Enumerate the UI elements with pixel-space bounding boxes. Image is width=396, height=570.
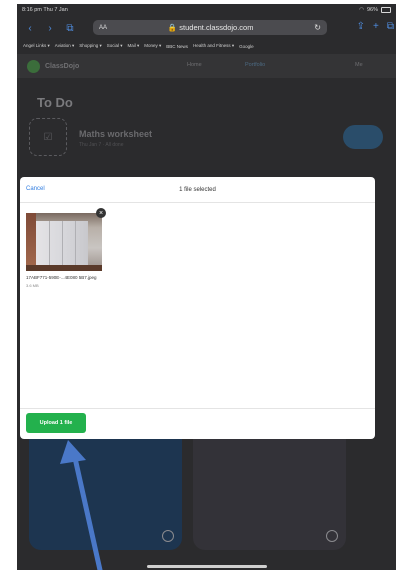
file-size: 3.6 MB: [26, 283, 39, 288]
bookmark-item[interactable]: Google: [239, 44, 254, 49]
brand-name: ClassDojo: [45, 62, 80, 70]
clock-icon: [326, 530, 338, 542]
status-time: 8:16 pm Thu 7 Jan: [22, 7, 68, 13]
file-name: 17ABF771-590E-...4E080 5B7.jpeg: [26, 275, 97, 280]
bookmark-item[interactable]: Money ▾: [144, 43, 161, 49]
dialog-footer: Upload 1 file: [20, 408, 375, 439]
status-bar: 8:16 pm Thu 7 Jan ◠ 96%: [17, 4, 396, 16]
dialog-title: 1 file selected: [179, 186, 216, 193]
selected-file: × 17ABF771-590E-...4E080 5B7.jpeg 3.6 MB: [26, 208, 106, 288]
nav-me[interactable]: Me: [355, 62, 363, 68]
dialog-header: Cancel 1 file selected: [20, 177, 375, 203]
nav-home[interactable]: Home: [187, 62, 202, 68]
bookmarks-bar: Angel Links ▾ Aviation ▾ Shopping ▾ Soci…: [17, 41, 396, 51]
bookmark-item[interactable]: Mail ▾: [128, 43, 140, 49]
cancel-button[interactable]: Cancel: [26, 186, 45, 192]
reload-icon[interactable]: ↻: [314, 23, 321, 32]
task-checkbox-icon: ☑: [29, 118, 67, 156]
book-icon[interactable]: ⧉: [63, 23, 77, 34]
start-button[interactable]: [343, 125, 383, 149]
bookmark-item[interactable]: Social ▾: [107, 43, 123, 49]
classdojo-logo-icon: [27, 59, 40, 73]
upload-dialog: Cancel 1 file selected × 17ABF771-590E-.…: [20, 177, 375, 439]
bookmark-item[interactable]: Aviation ▾: [55, 43, 74, 49]
task-subtitle: Thu Jan 7 · All done: [79, 142, 124, 148]
new-tab-icon[interactable]: +: [373, 21, 379, 32]
task-title: Maths worksheet: [79, 129, 153, 139]
remove-file-icon[interactable]: ×: [96, 208, 106, 218]
home-indicator: [147, 565, 267, 568]
reader-aa-button[interactable]: AA: [99, 25, 107, 31]
share-icon[interactable]: ⇪: [357, 21, 365, 32]
upload-button[interactable]: Upload 1 file: [26, 413, 86, 433]
bookmark-item[interactable]: BBC News: [166, 44, 188, 49]
battery-icon: [381, 7, 391, 13]
bookmark-item[interactable]: Health and Fitness ▾: [193, 43, 234, 49]
status-right: ◠ 96%: [359, 7, 391, 13]
address-bar[interactable]: AA 🔒 student.classdojo.com ↻: [93, 20, 327, 35]
nav-portfolio[interactable]: Portfolio: [245, 62, 265, 68]
back-icon[interactable]: ‹: [23, 23, 37, 34]
browser-toolbar: ‹ › ⧉ AA 🔒 student.classdojo.com ↻ ⇪ + ⧉: [17, 17, 396, 39]
toolbar-right: ⇪ + ⧉: [357, 21, 394, 32]
classdojo-header: ClassDojo Home Portfolio Me: [17, 54, 396, 78]
url-text: 🔒 student.classdojo.com: [167, 23, 254, 32]
tabs-icon[interactable]: ⧉: [387, 21, 394, 32]
todo-heading: To Do: [37, 95, 73, 110]
forward-icon[interactable]: ›: [43, 23, 57, 34]
wifi-icon: ◠: [359, 7, 364, 13]
battery-percent: 96%: [366, 7, 378, 13]
file-thumbnail: ×: [26, 208, 106, 271]
bookmark-item[interactable]: Angel Links ▾: [23, 43, 50, 49]
bookmark-item[interactable]: Shopping ▾: [79, 43, 102, 49]
clock-icon: [162, 530, 174, 542]
